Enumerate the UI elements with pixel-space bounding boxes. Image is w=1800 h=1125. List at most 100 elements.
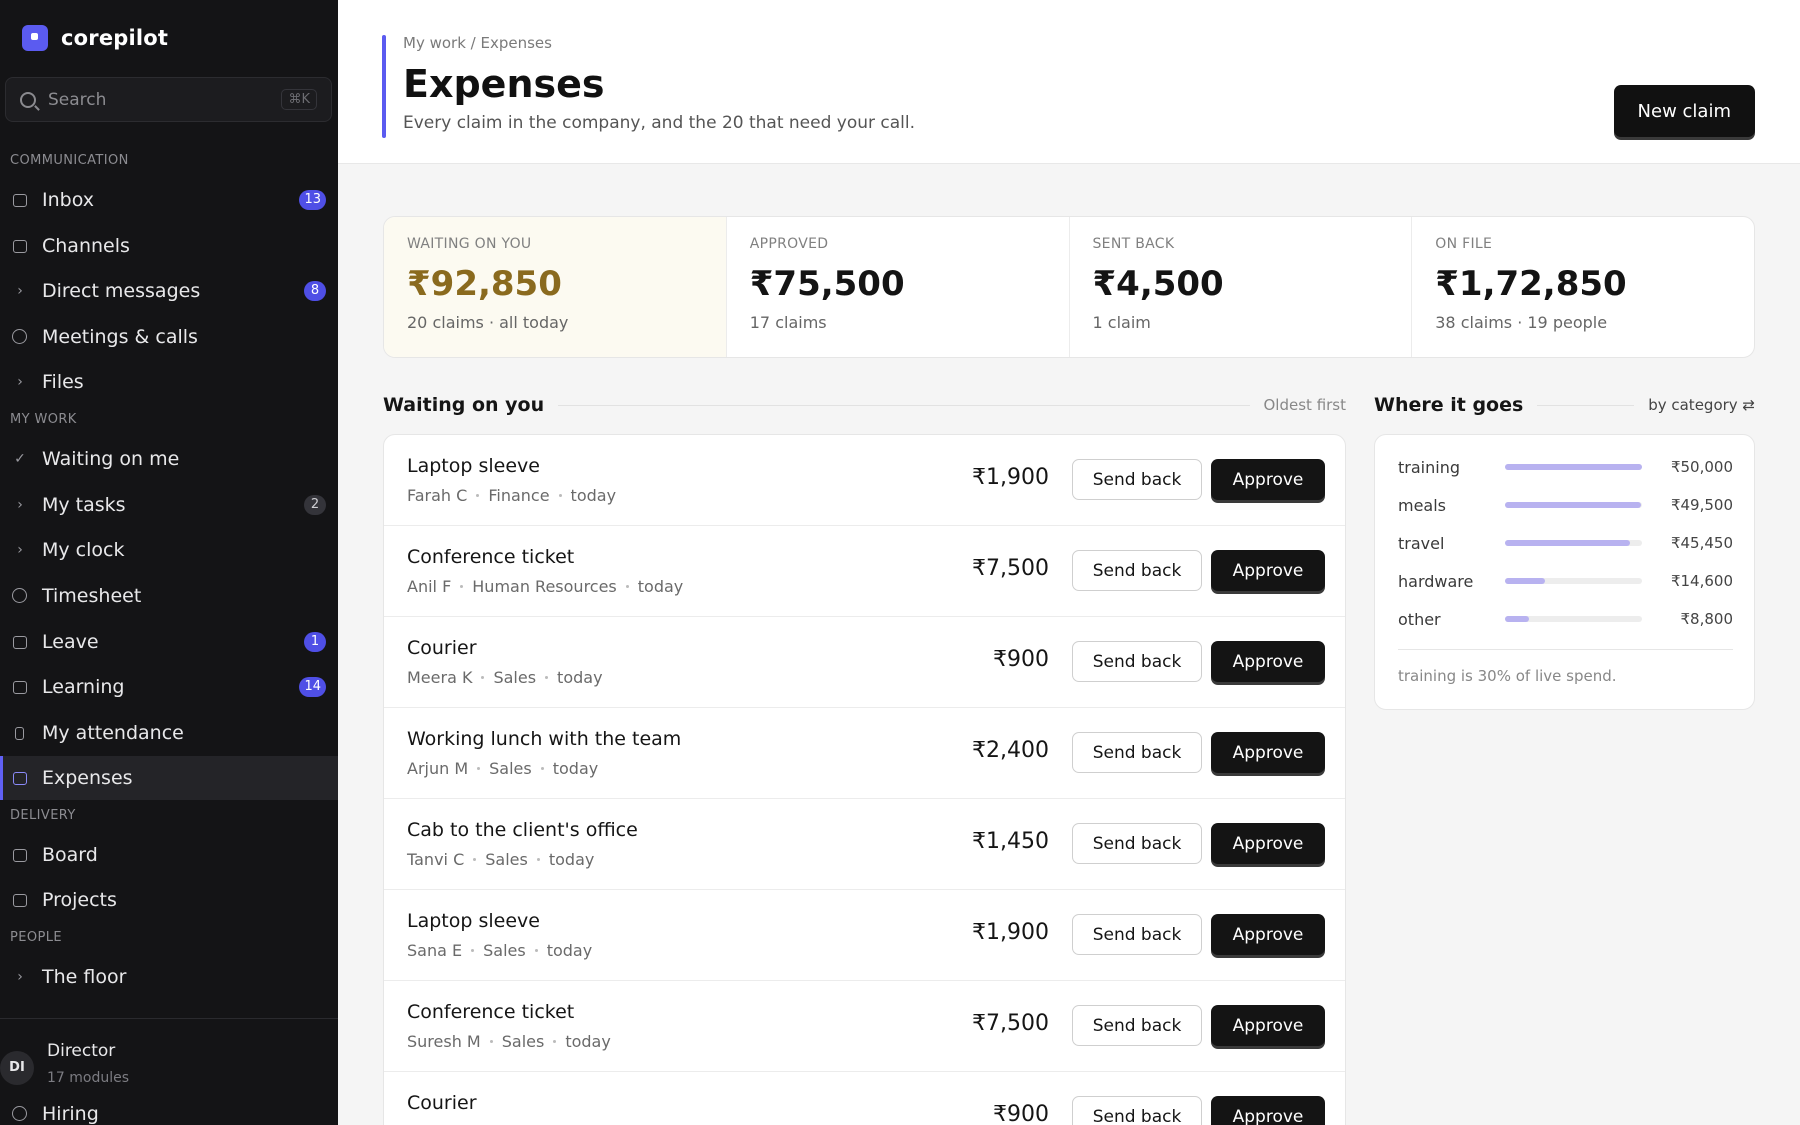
category-amount: ₹50,000	[1670, 458, 1733, 476]
sidebar-item-expenses[interactable]: Expenses	[0, 756, 338, 800]
search-input[interactable]: Search ⌘K	[5, 77, 332, 122]
approve-button[interactable]: Approve	[1211, 550, 1325, 591]
briefcase-icon	[13, 894, 27, 907]
category-toggle[interactable]: by category ⇄	[1648, 396, 1755, 414]
category-bar	[1505, 616, 1642, 622]
sidebar-item-hiring[interactable]: Hiring	[0, 1092, 338, 1125]
claim-person: Sana E	[407, 941, 463, 960]
learning-badge: 14	[299, 677, 326, 697]
send-back-button[interactable]: Send back	[1072, 732, 1202, 773]
claim-row[interactable]: Laptop sleeve Farah C Finance today ₹1,900…	[384, 435, 1345, 526]
stat-value: ₹75,500	[749, 264, 905, 304]
stat-waiting-on-you[interactable]: WAITING ON YOU ₹92,850 20 claims · all t…	[384, 217, 727, 357]
send-back-button[interactable]: Send back	[1072, 459, 1202, 500]
claim-dept: Sales	[485, 850, 528, 869]
claim-amount: ₹7,500	[972, 556, 1049, 581]
stat-label: ON FILE	[1435, 236, 1493, 252]
stat-approved[interactable]: APPROVED ₹75,500 17 claims	[727, 217, 1070, 357]
claim-row[interactable]: Conference ticket Suresh M Sales today ₹7,…	[384, 981, 1345, 1072]
claim-row[interactable]: Working lunch with the team Arjun M Sales…	[384, 708, 1345, 799]
approve-button[interactable]: Approve	[1211, 1096, 1325, 1125]
claim-person: Tanvi C	[407, 850, 465, 869]
sidebar-item-my-clock[interactable]: › My clock	[0, 528, 338, 572]
section-people: PEOPLE	[10, 930, 62, 945]
claim-row[interactable]: Laptop sleeve Sana E Sales today ₹1,900 Se…	[384, 890, 1345, 981]
stat-value: ₹1,72,850	[1435, 264, 1627, 304]
send-back-button[interactable]: Send back	[1072, 914, 1202, 955]
sidebar-item-label: Inbox	[42, 189, 94, 211]
sidebar-item-board[interactable]: Board	[0, 833, 338, 877]
send-back-button[interactable]: Send back	[1072, 1005, 1202, 1046]
category-amount: ₹14,600	[1670, 572, 1733, 590]
sidebar-item-projects[interactable]: Projects	[0, 878, 338, 922]
category-bar-fill	[1505, 616, 1530, 622]
approve-button[interactable]: Approve	[1211, 732, 1325, 773]
claim-row[interactable]: Conference ticket Anil F Human Resources t…	[384, 526, 1345, 617]
divider	[1398, 649, 1733, 650]
claim-title: Working lunch with the team	[407, 728, 682, 750]
category-name: travel	[1398, 533, 1445, 553]
sidebar-item-label: Direct messages	[42, 280, 201, 302]
claim-person: Anil F	[407, 577, 452, 596]
sidebar-item-label: My clock	[42, 539, 125, 561]
approve-button[interactable]: Approve	[1211, 1005, 1325, 1046]
approve-button[interactable]: Approve	[1211, 641, 1325, 682]
sidebar-item-the-floor[interactable]: › The floor	[0, 955, 338, 999]
stat-label: SENT BACK	[1092, 236, 1175, 252]
claim-row[interactable]: Courier Meera K Sales today ₹900 Send back…	[384, 617, 1345, 708]
claim-amount: ₹1,900	[972, 920, 1049, 945]
chat-icon	[13, 240, 27, 253]
sidebar-item-direct-messages[interactable]: › Direct messages 8	[0, 269, 338, 313]
send-back-button[interactable]: Send back	[1072, 550, 1202, 591]
send-back-button[interactable]: Send back	[1072, 1096, 1202, 1125]
sidebar-item-label: Meetings & calls	[42, 326, 198, 348]
sort-toggle[interactable]: Oldest first	[1264, 396, 1347, 414]
stat-label: WAITING ON YOU	[407, 236, 532, 252]
sidebar-item-leave[interactable]: Leave 1	[0, 620, 338, 664]
sidebar-item-learning[interactable]: Learning 14	[0, 665, 338, 709]
stat-on-file[interactable]: ON FILE ₹1,72,850 38 claims · 19 people	[1412, 217, 1754, 357]
sidebar-item-channels[interactable]: Channels	[0, 224, 338, 268]
sidebar-item-timesheet[interactable]: Timesheet	[0, 574, 338, 618]
brand[interactable]: corepilot	[22, 25, 168, 51]
send-back-button[interactable]: Send back	[1072, 641, 1202, 682]
category-bar	[1505, 540, 1642, 546]
claim-when: today	[552, 759, 599, 778]
claim-dept: Finance	[488, 486, 550, 505]
phone-icon	[15, 727, 24, 740]
claim-row[interactable]: Cab to the client's office Tanvi C Sales t…	[384, 799, 1345, 890]
claim-amount: ₹900	[993, 647, 1049, 672]
claim-when: today	[570, 486, 617, 505]
sidebar-item-waiting-on-me[interactable]: ✓ Waiting on me	[0, 437, 338, 481]
sidebar-item-my-tasks[interactable]: › My tasks 2	[0, 483, 338, 527]
claim-amount: ₹7,500	[972, 1011, 1049, 1036]
claim-row[interactable]: Courier ₹900 Send back Approve	[384, 1072, 1345, 1125]
category-row: travel ₹45,450	[1398, 533, 1733, 553]
direct-messages-badge: 8	[304, 281, 326, 301]
waiting-title: Waiting on you	[383, 394, 545, 416]
approve-button[interactable]: Approve	[1211, 914, 1325, 955]
card-icon	[13, 772, 27, 785]
new-claim-button[interactable]: New claim	[1613, 85, 1755, 137]
sidebar-item-my-attendance[interactable]: My attendance	[0, 711, 338, 755]
stat-sub: 17 claims	[749, 313, 827, 332]
page-title: Expenses	[403, 62, 605, 106]
category-name: training	[1398, 457, 1460, 477]
sidebar-item-label: My tasks	[42, 494, 126, 516]
leave-badge: 1	[304, 632, 326, 652]
claim-title: Cab to the client's office	[407, 819, 638, 841]
claim-amount: ₹2,400	[972, 738, 1049, 763]
sidebar-item-files[interactable]: › Files	[0, 360, 338, 404]
send-back-button[interactable]: Send back	[1072, 823, 1202, 864]
claim-meta: Suresh M Sales today	[407, 1032, 611, 1051]
section-my-work: MY WORK	[10, 412, 77, 427]
category-note: training is 30% of live spend.	[1398, 667, 1617, 685]
sidebar-item-meetings[interactable]: Meetings & calls	[0, 315, 338, 359]
claim-person: Suresh M	[407, 1032, 481, 1051]
approve-button[interactable]: Approve	[1211, 823, 1325, 864]
claim-when: today	[546, 941, 593, 960]
approve-button[interactable]: Approve	[1211, 459, 1325, 500]
stat-sent-back[interactable]: SENT BACK ₹4,500 1 claim	[1070, 217, 1413, 357]
sidebar-item-inbox[interactable]: Inbox 13	[0, 178, 338, 222]
claim-meta: Meera K Sales today	[407, 668, 603, 687]
